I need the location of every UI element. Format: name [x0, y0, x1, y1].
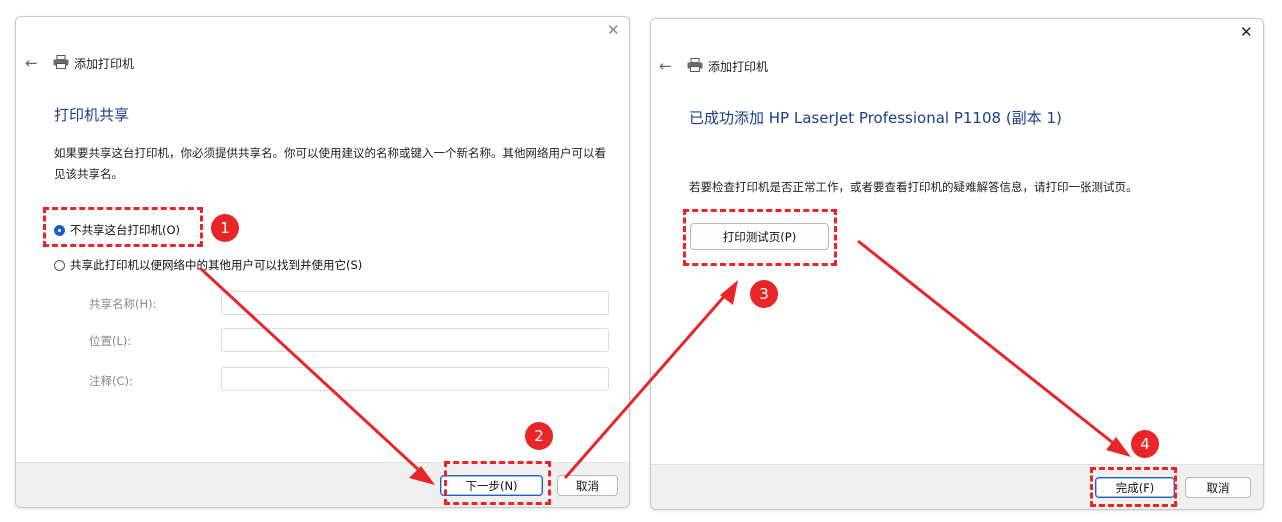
arrow-2-to-3 [563, 291, 730, 479]
arrow-3-to-4 [857, 239, 1123, 452]
step-badge-3: 3 [750, 280, 778, 308]
step-badge-2: 2 [525, 422, 553, 450]
step-badge-1: 1 [211, 214, 239, 242]
arrowhead-2 [720, 280, 738, 305]
arrow-1-to-2 [198, 266, 424, 475]
step-badge-4: 4 [1131, 430, 1159, 458]
annotation-arrows [198, 239, 1131, 485]
arrowhead-1 [409, 466, 435, 485]
